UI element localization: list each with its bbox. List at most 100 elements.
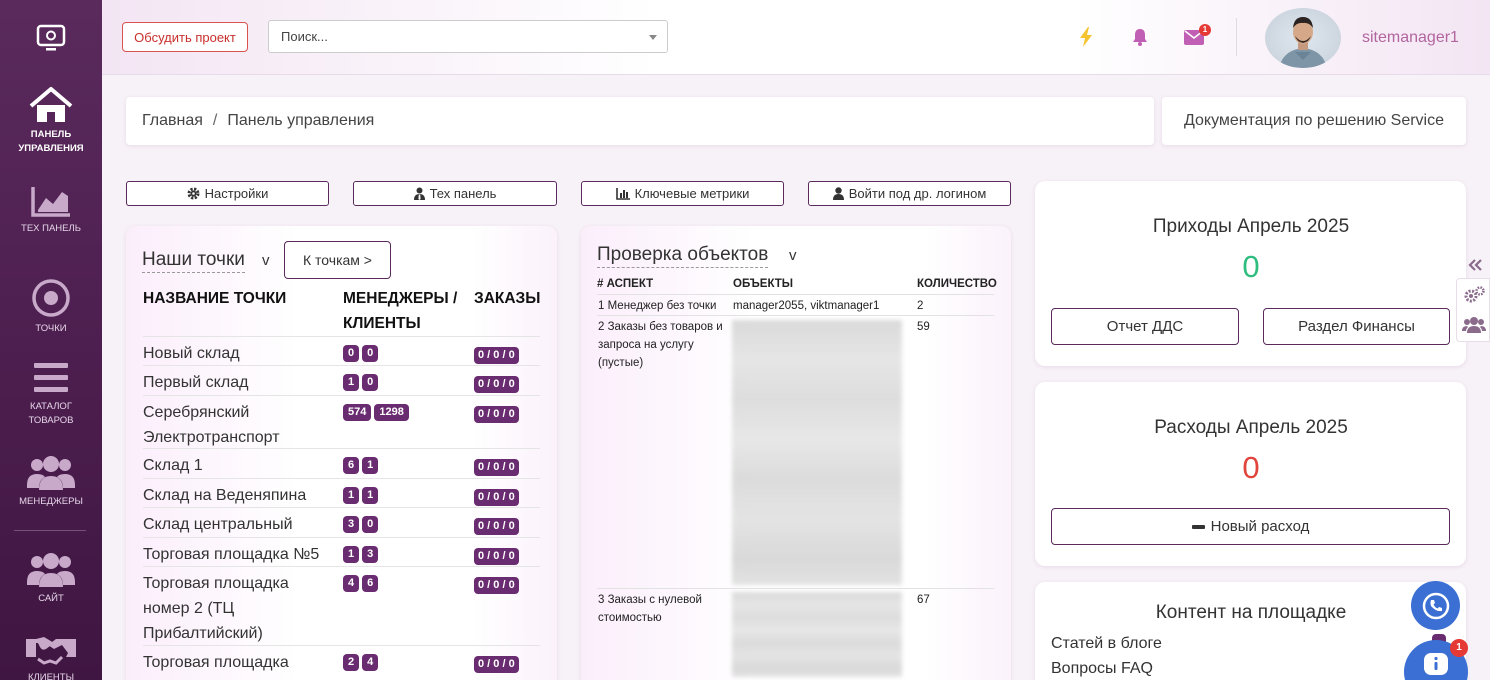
- managers-badge[interactable]: 1: [343, 487, 360, 504]
- count-cell: 2: [917, 300, 924, 312]
- check-caret[interactable]: v: [789, 247, 797, 264]
- clients-badge[interactable]: 3: [362, 546, 379, 563]
- points-title[interactable]: Наши точки: [142, 248, 245, 273]
- table-row[interactable]: Торговая площадка №5 1 3 0 / 0 / 0: [143, 537, 540, 566]
- sidebar-divider: [14, 530, 86, 531]
- orders-badge[interactable]: 0 / 0 / 0: [474, 406, 519, 423]
- orders-badge[interactable]: 0 / 0 / 0: [474, 518, 519, 535]
- income-title: Приходы Апрель 2025: [1152, 216, 1350, 237]
- clients-badge[interactable]: 4: [362, 654, 379, 671]
- point-name[interactable]: Склад на Веденяпина: [143, 483, 338, 508]
- dds-report-button[interactable]: Отчет ДДС: [1051, 308, 1239, 345]
- clients-badge[interactable]: 0: [362, 345, 379, 362]
- logo[interactable]: [0, 0, 102, 75]
- orders-badge[interactable]: 0 / 0 / 0: [474, 548, 519, 565]
- call-button[interactable]: [1411, 581, 1460, 630]
- managers-badge[interactable]: 1: [343, 546, 360, 563]
- point-name[interactable]: Торговая площадка №5: [143, 542, 338, 567]
- users-icon[interactable]: [1462, 317, 1486, 333]
- sidebar-item-tech-panel[interactable]: ТЕХ ПАНЕЛЬ: [0, 184, 102, 236]
- managers-badge[interactable]: 0: [343, 345, 360, 362]
- sidebar-item-clients[interactable]: КЛИЕНТЫ: [0, 633, 102, 680]
- breadcrumb-home[interactable]: Главная: [142, 112, 203, 129]
- point-name[interactable]: Новый склад: [143, 341, 338, 366]
- sidebar-item-site[interactable]: САЙТ: [0, 552, 102, 606]
- clients-badge[interactable]: 0: [362, 516, 379, 533]
- table-row[interactable]: Склад на Веденяпина 1 1 0 / 0 / 0: [143, 478, 540, 507]
- settings-label: Настройки: [204, 186, 269, 201]
- username-link[interactable]: sitemanager1: [1362, 29, 1459, 47]
- managers-badge[interactable]: 574: [343, 404, 372, 421]
- orders-badge[interactable]: 0 / 0 / 0: [474, 577, 519, 594]
- blog-articles-label: Статей в блоге: [1051, 635, 1162, 652]
- double-chevron-left-icon[interactable]: [1468, 259, 1482, 271]
- orders-badge[interactable]: 0 / 0 / 0: [474, 376, 519, 393]
- orders-cell: 0 / 0 / 0: [474, 487, 519, 506]
- point-name[interactable]: Торговая площадка: [143, 650, 338, 675]
- cogs-icon[interactable]: [1463, 286, 1485, 304]
- clients-badge[interactable]: 1298: [374, 404, 409, 421]
- new-expense-label: Новый расход: [1210, 518, 1310, 535]
- sidebar-item-catalog[interactable]: КАТАЛОГ ТОВАРОВ: [0, 360, 102, 428]
- table-row[interactable]: Новый склад 0 0 0 / 0 / 0: [143, 336, 540, 365]
- clients-badge[interactable]: 1: [362, 487, 379, 504]
- home-icon: [29, 87, 73, 122]
- managers-badge[interactable]: 6: [343, 457, 360, 474]
- table-row[interactable]: Серебрянский Электротранспорт 574 1298 0 / …: [143, 395, 540, 448]
- chart-area-icon: [31, 187, 70, 217]
- table-row[interactable]: Склад центральный 3 0 0 / 0 / 0: [143, 507, 540, 537]
- finance-section-button[interactable]: Раздел Финансы: [1263, 308, 1450, 345]
- point-name[interactable]: Первый склад: [143, 370, 338, 395]
- sidebar-item-points[interactable]: ТОЧКИ: [0, 278, 102, 336]
- orders-badge[interactable]: 0 / 0 / 0: [474, 489, 519, 506]
- lightning-icon[interactable]: [1079, 27, 1093, 47]
- new-expense-button[interactable]: Новый расход: [1051, 508, 1450, 545]
- avatar[interactable]: [1265, 8, 1341, 68]
- managers-badge[interactable]: 1: [343, 374, 360, 391]
- tech-panel-button[interactable]: Тех панель: [353, 181, 557, 206]
- documentation-button[interactable]: Документация по решению Service: [1162, 97, 1466, 145]
- key-metrics-label: Ключевые метрики: [634, 186, 750, 201]
- table-row[interactable]: Торговая площадка 2 4 0 / 0 / 0: [143, 645, 540, 680]
- clients-badge[interactable]: 0: [362, 374, 379, 391]
- check-title[interactable]: Проверка объектов: [597, 243, 769, 268]
- orders-badge[interactable]: 0 / 0 / 0: [474, 656, 519, 673]
- orders-cell: 0 / 0 / 0: [474, 345, 519, 364]
- managers-badge[interactable]: 2: [343, 654, 360, 671]
- col-clients: КЛИЕНТЫ: [343, 315, 421, 332]
- login-as-button[interactable]: Войти под др. логином: [808, 181, 1011, 206]
- managers-badge[interactable]: 4: [343, 575, 360, 592]
- sidebar-item-label: МЕНЕДЖЕРЫ: [19, 496, 83, 507]
- search-select[interactable]: Поиск...: [268, 20, 668, 53]
- sidebar-item-label: ТЕХ ПАНЕЛЬ: [21, 223, 81, 234]
- bell-icon[interactable]: [1131, 28, 1149, 46]
- orders-cell: 0 / 0 / 0: [474, 546, 519, 565]
- sidebar-item-label: КАТАЛОГ: [30, 401, 72, 412]
- table-row[interactable]: Первый склад 1 0 0 / 0 / 0: [143, 365, 540, 395]
- sidebar-item-managers[interactable]: МЕНЕДЖЕРЫ: [0, 455, 102, 509]
- key-metrics-button[interactable]: Ключевые метрики: [581, 181, 784, 206]
- orders-badge[interactable]: 0 / 0 / 0: [474, 459, 519, 476]
- discuss-project-button[interactable]: Обсудить проект: [122, 22, 248, 52]
- orders-badge[interactable]: 0 / 0 / 0: [474, 347, 519, 364]
- table-row[interactable]: Склад 1 61 0 / 0 / 0: [143, 448, 540, 478]
- sidebar-item-dashboard[interactable]: ПАНЕЛЬ УПРАВЛЕНИЯ: [0, 86, 102, 156]
- users-icon: [27, 456, 75, 490]
- managers-badge[interactable]: 3: [343, 516, 360, 533]
- settings-button[interactable]: Настройки: [126, 181, 329, 206]
- user-icon: [832, 187, 844, 200]
- points-caret[interactable]: v: [262, 252, 270, 269]
- expenses-title: Расходы Апрель 2025: [1154, 417, 1348, 438]
- point-name[interactable]: Серебрянский Электротранспорт: [143, 400, 293, 450]
- sidebar-item-label: УПРАВЛЕНИЯ: [18, 143, 84, 154]
- orders-cell: 0 / 0 / 0: [474, 457, 519, 476]
- managers-clients-badges: 10: [343, 374, 379, 391]
- point-name[interactable]: Склад центральный: [143, 512, 338, 537]
- to-points-button[interactable]: К точкам >: [284, 241, 391, 279]
- point-name[interactable]: Торговая площадка номер 2 (ТЦ Прибалтийс…: [143, 571, 308, 646]
- table-row[interactable]: Торговая площадка номер 2 (ТЦ Прибалтийс…: [143, 566, 540, 645]
- clients-badge[interactable]: 6: [362, 575, 379, 592]
- points-panel: Наши точки v К точкам > НАЗВАНИЕ ТОЧКИ М…: [126, 226, 557, 680]
- point-name[interactable]: Склад 1: [143, 453, 338, 478]
- clients-badge[interactable]: 1: [362, 457, 379, 474]
